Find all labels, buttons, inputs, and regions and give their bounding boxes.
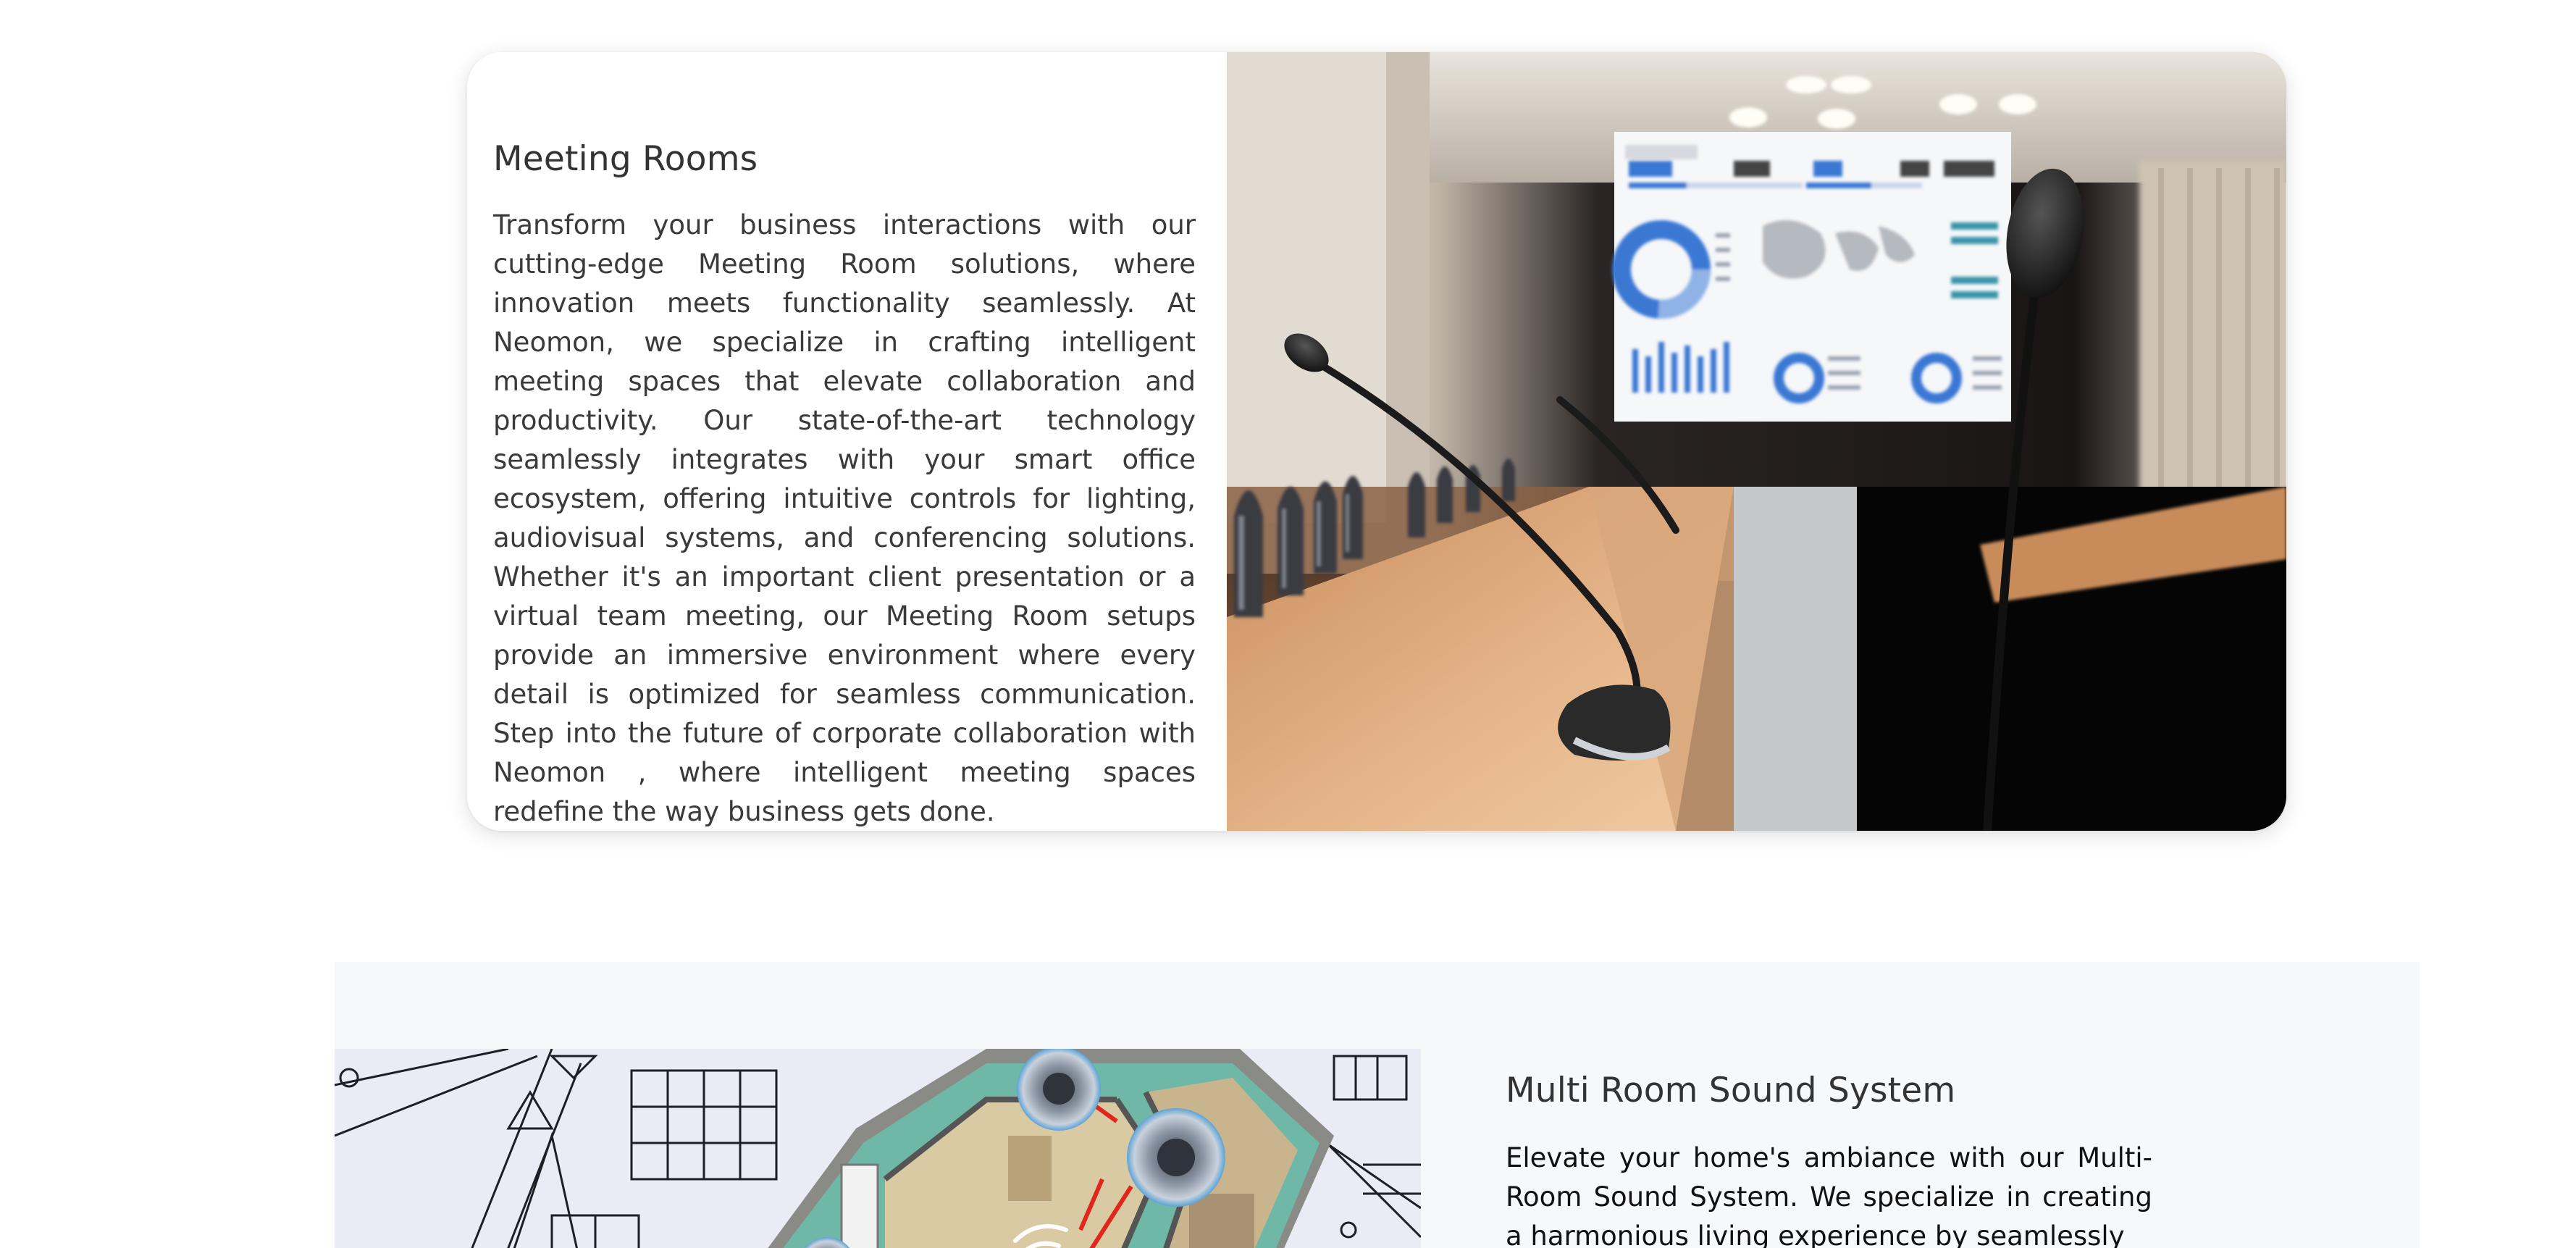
multi-room-description: Elevate your home's ambiance with our Mu…: [1506, 1142, 2152, 1248]
meeting-rooms-text: Meeting Rooms Transform your business in…: [493, 139, 1196, 831]
meeting-rooms-description: Transform your business interactions wit…: [493, 209, 1196, 828]
multi-room-section: Multi Room Sound System Elevate your hom…: [335, 962, 2420, 1248]
meeting-room-image: [1227, 52, 2286, 831]
multi-room-text: Multi Room Sound System Elevate your hom…: [1506, 1071, 2152, 1248]
meeting-rooms-card: Meeting Rooms Transform your business in…: [467, 52, 2286, 831]
multi-room-image: [335, 1049, 1421, 1248]
multi-room-title: Multi Room Sound System: [1506, 1071, 1956, 1110]
meeting-rooms-title: Meeting Rooms: [493, 139, 758, 179]
